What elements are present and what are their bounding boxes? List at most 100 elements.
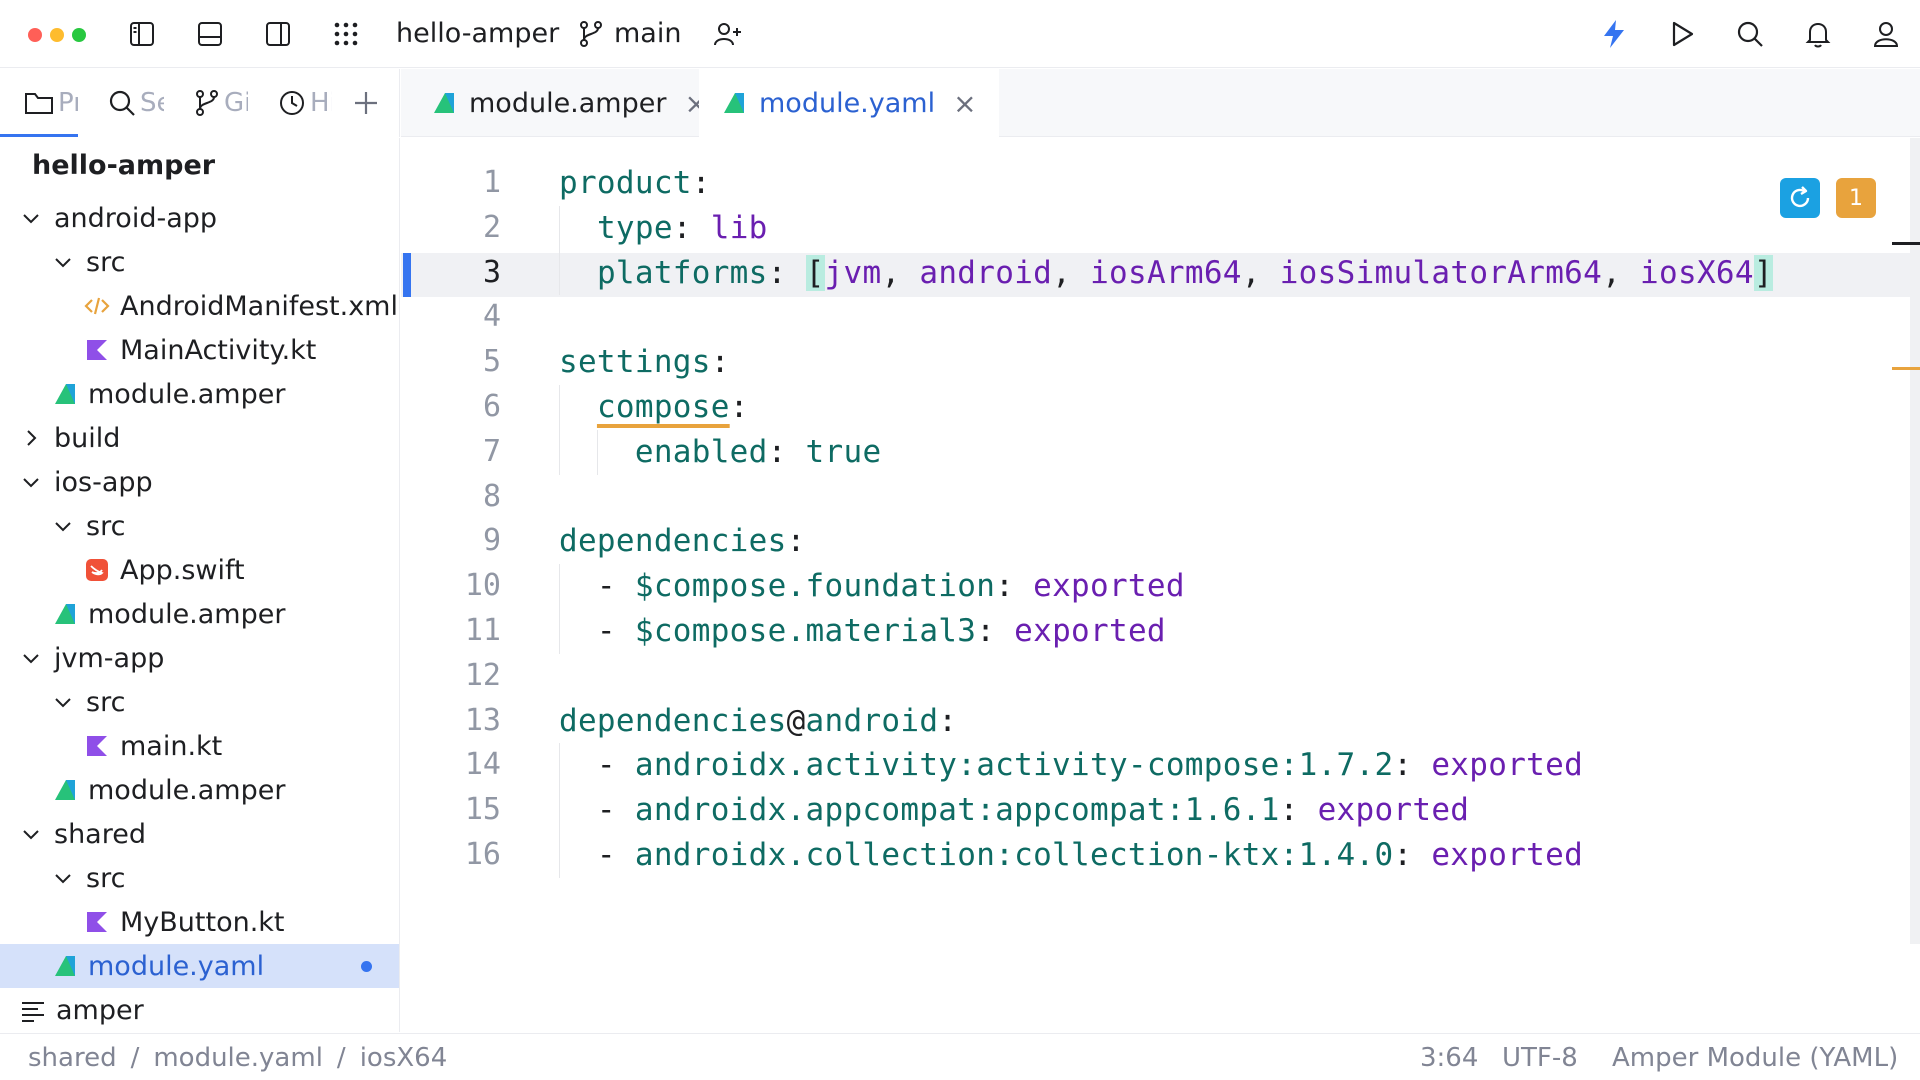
chevron-down-icon[interactable] (20, 647, 42, 669)
tree-item-module-amper[interactable]: module.amper (0, 592, 399, 636)
code-token: iosSimulatorArm64 (1279, 254, 1603, 291)
chevron-right-icon[interactable] (20, 427, 42, 449)
code-line[interactable]: type: lib (559, 206, 768, 250)
code-line[interactable]: platforms: [jvm, android, iosArm64, iosS… (559, 251, 1773, 295)
window-minimize-button[interactable] (50, 28, 64, 42)
search-icon[interactable] (1730, 14, 1770, 54)
tree-item-app-swift[interactable]: App.swift (0, 548, 399, 592)
code-token: exported (1317, 792, 1470, 829)
line-number[interactable]: 4 (401, 295, 501, 339)
tool-window-history[interactable]: History (278, 85, 332, 121)
breadcrumb-item[interactable]: iosX64 (360, 1040, 448, 1076)
tab-module-amper[interactable]: module.amper × (409, 69, 730, 137)
toggle-bottom-panel-icon[interactable] (190, 14, 230, 54)
chevron-down-icon[interactable] (52, 691, 74, 713)
project-root[interactable]: hello-amper (32, 150, 215, 181)
chevron-down-icon[interactable] (52, 251, 74, 273)
code-line[interactable]: product: (559, 161, 711, 205)
code-line[interactable]: enabled: true (559, 430, 881, 474)
reload-project-icon[interactable] (1780, 178, 1820, 218)
line-number[interactable]: 9 (401, 519, 501, 563)
chevron-down-icon[interactable] (52, 867, 74, 889)
chevron-down-icon[interactable] (20, 207, 42, 229)
code-token: iosX64 (1640, 254, 1754, 291)
add-tool-window-button[interactable] (352, 85, 388, 121)
line-number[interactable]: 5 (401, 340, 501, 384)
tree-item-mybutton-kt[interactable]: MyButton.kt (0, 900, 399, 944)
tree-item-module-yaml[interactable]: module.yaml (0, 944, 399, 988)
inspection-warnings-badge[interactable]: 1 (1836, 178, 1876, 218)
tree-item-build[interactable]: build (0, 416, 399, 460)
line-number[interactable]: 15 (401, 788, 501, 832)
tree-item-module-amper[interactable]: module.amper (0, 768, 399, 812)
file-encoding[interactable]: UTF-8 (1502, 1040, 1578, 1076)
tree-item-android-app[interactable]: android-app (0, 196, 399, 240)
tree-item-shared[interactable]: shared (0, 812, 399, 856)
code-token: $compose.material3 (634, 613, 977, 649)
tree-item-main-kt[interactable]: main.kt (0, 724, 399, 768)
tree-item-jvm-app[interactable]: jvm-app (0, 636, 399, 680)
line-number[interactable]: 13 (401, 699, 501, 743)
code-line[interactable]: - $compose.foundation: exported (559, 564, 1185, 608)
tool-window-search[interactable]: Search (108, 85, 164, 121)
caret-position[interactable]: 3:64 (1420, 1040, 1478, 1076)
run-icon[interactable] (1662, 14, 1702, 54)
toggle-right-panel-icon[interactable] (258, 14, 298, 54)
chevron-down-icon[interactable] (20, 823, 42, 845)
code-line[interactable]: dependencies: (559, 519, 806, 563)
tree-item-src[interactable]: src (0, 856, 399, 900)
line-number[interactable]: 6 (401, 385, 501, 429)
line-number[interactable]: 8 (401, 475, 501, 519)
line-number[interactable]: 14 (401, 743, 501, 787)
add-collaborator-icon[interactable] (708, 14, 748, 54)
code-line[interactable]: - androidx.activity:activity-compose:1.7… (559, 743, 1583, 787)
code-line[interactable]: dependencies@android: (559, 699, 957, 743)
editor-scrollbar[interactable] (1910, 138, 1920, 944)
tool-window-git[interactable]: Git (194, 85, 248, 121)
code-line[interactable]: - androidx.appcompat:appcompat:1.6.1: ex… (559, 788, 1469, 832)
code-line[interactable]: - $compose.material3: exported (559, 609, 1166, 653)
file-type[interactable]: Amper Module (YAML) (1612, 1040, 1898, 1076)
lightning-icon[interactable] (1594, 14, 1634, 54)
chevron-down-icon[interactable] (20, 471, 42, 493)
tree-item-src[interactable]: src (0, 504, 399, 548)
breadcrumb-item[interactable]: module.yaml (153, 1040, 323, 1076)
branch-switcher[interactable]: main (578, 16, 681, 52)
tree-item-src[interactable]: src (0, 680, 399, 724)
line-number[interactable]: 16 (401, 833, 501, 877)
tree-item-amper[interactable]: amper (0, 988, 399, 1032)
window-zoom-button[interactable] (72, 28, 86, 42)
tab-module-yaml[interactable]: module.yaml × (699, 69, 999, 137)
tree-item-module-amper[interactable]: module.amper (0, 372, 399, 416)
line-number[interactable]: 11 (401, 609, 501, 653)
chevron-down-icon[interactable] (52, 515, 74, 537)
tree-item-mainactivity-kt[interactable]: MainActivity.kt (0, 328, 399, 372)
tool-window-project[interactable]: Project (24, 85, 78, 121)
tree-item-androidmanifest-xml[interactable]: AndroidManifest.xml (0, 284, 399, 328)
code-editor[interactable]: 1 2 3 4 5 6 7 8 9 10 11 12 13 14 15 16 product: type: l… (401, 138, 1920, 1032)
window-close-button[interactable] (28, 28, 42, 42)
toggle-left-panel-icon[interactable] (122, 14, 162, 54)
code-line[interactable]: - androidx.collection:collection-ktx:1.4… (559, 833, 1583, 877)
line-number[interactable]: 7 (401, 430, 501, 474)
code-token: exported (1014, 613, 1166, 649)
line-number[interactable]: 1 (401, 161, 501, 205)
tree-item-src[interactable]: src (0, 240, 399, 284)
breadcrumb-item[interactable]: shared (28, 1040, 117, 1076)
line-number[interactable]: 12 (401, 654, 501, 698)
project-switcher[interactable]: hello-amper (396, 16, 559, 52)
line-number[interactable]: 3 (401, 251, 501, 295)
line-number[interactable]: 10 (401, 564, 501, 608)
code-line[interactable]: settings: (559, 340, 730, 384)
tree-item-label: jvm-app (54, 642, 165, 674)
line-number[interactable]: 2 (401, 206, 501, 250)
tree-item-label: module.amper (88, 774, 286, 806)
code-line[interactable]: compose: (559, 385, 749, 429)
tree-item-ios-app[interactable]: ios-app (0, 460, 399, 504)
account-user-icon[interactable] (1866, 14, 1906, 54)
main-menu-grid-icon[interactable] (326, 14, 366, 54)
branch-name: main (614, 18, 682, 49)
close-tab-icon[interactable]: × (953, 87, 976, 120)
notifications-bell-icon[interactable] (1798, 14, 1838, 54)
